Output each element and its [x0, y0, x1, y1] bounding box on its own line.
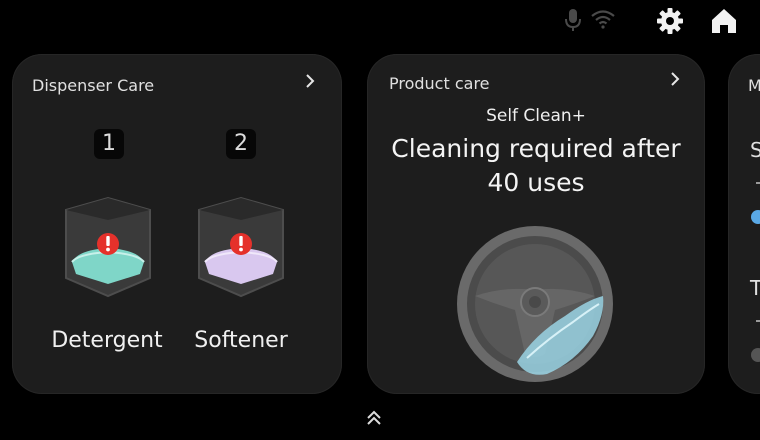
home-icon[interactable]	[709, 6, 739, 36]
toggle-off[interactable]	[751, 348, 760, 362]
card-title: Product care	[389, 74, 490, 93]
detergent-label: Detergent	[51, 328, 163, 353]
microphone-icon	[565, 9, 581, 31]
dispenser-care-card[interactable]: Dispenser Care 1 Detergent 2 Softener	[12, 54, 342, 394]
divider	[756, 320, 760, 322]
washer-drum-icon	[457, 226, 613, 382]
divider	[756, 182, 760, 184]
softener-dispenser-icon	[198, 196, 284, 298]
row-label: T	[750, 276, 760, 300]
self-clean-title: Self Clean+	[486, 106, 586, 126]
chevron-double-up-icon[interactable]	[365, 409, 383, 427]
wifi-icon	[591, 10, 615, 29]
slot-number: 1	[94, 129, 124, 159]
status-bar	[0, 0, 760, 44]
slot-number: 2	[226, 129, 256, 159]
third-card-partial[interactable]: M S T	[728, 54, 760, 394]
softener-label: Softener	[194, 328, 288, 353]
detergent-dispenser-icon	[65, 196, 151, 298]
row-label: S	[750, 138, 760, 162]
cleaning-message-line1: Cleaning required after	[391, 134, 681, 163]
cleaning-message-line2: 40 uses	[487, 168, 585, 197]
gear-icon[interactable]	[655, 6, 685, 36]
chevron-right-icon[interactable]	[666, 70, 684, 88]
chevron-right-icon[interactable]	[301, 72, 319, 90]
product-care-card[interactable]: Product care Self Clean+ Cleaning requir…	[367, 54, 705, 394]
toggle-on[interactable]	[751, 210, 760, 224]
card-title: M	[748, 76, 760, 95]
card-title: Dispenser Care	[32, 76, 155, 95]
